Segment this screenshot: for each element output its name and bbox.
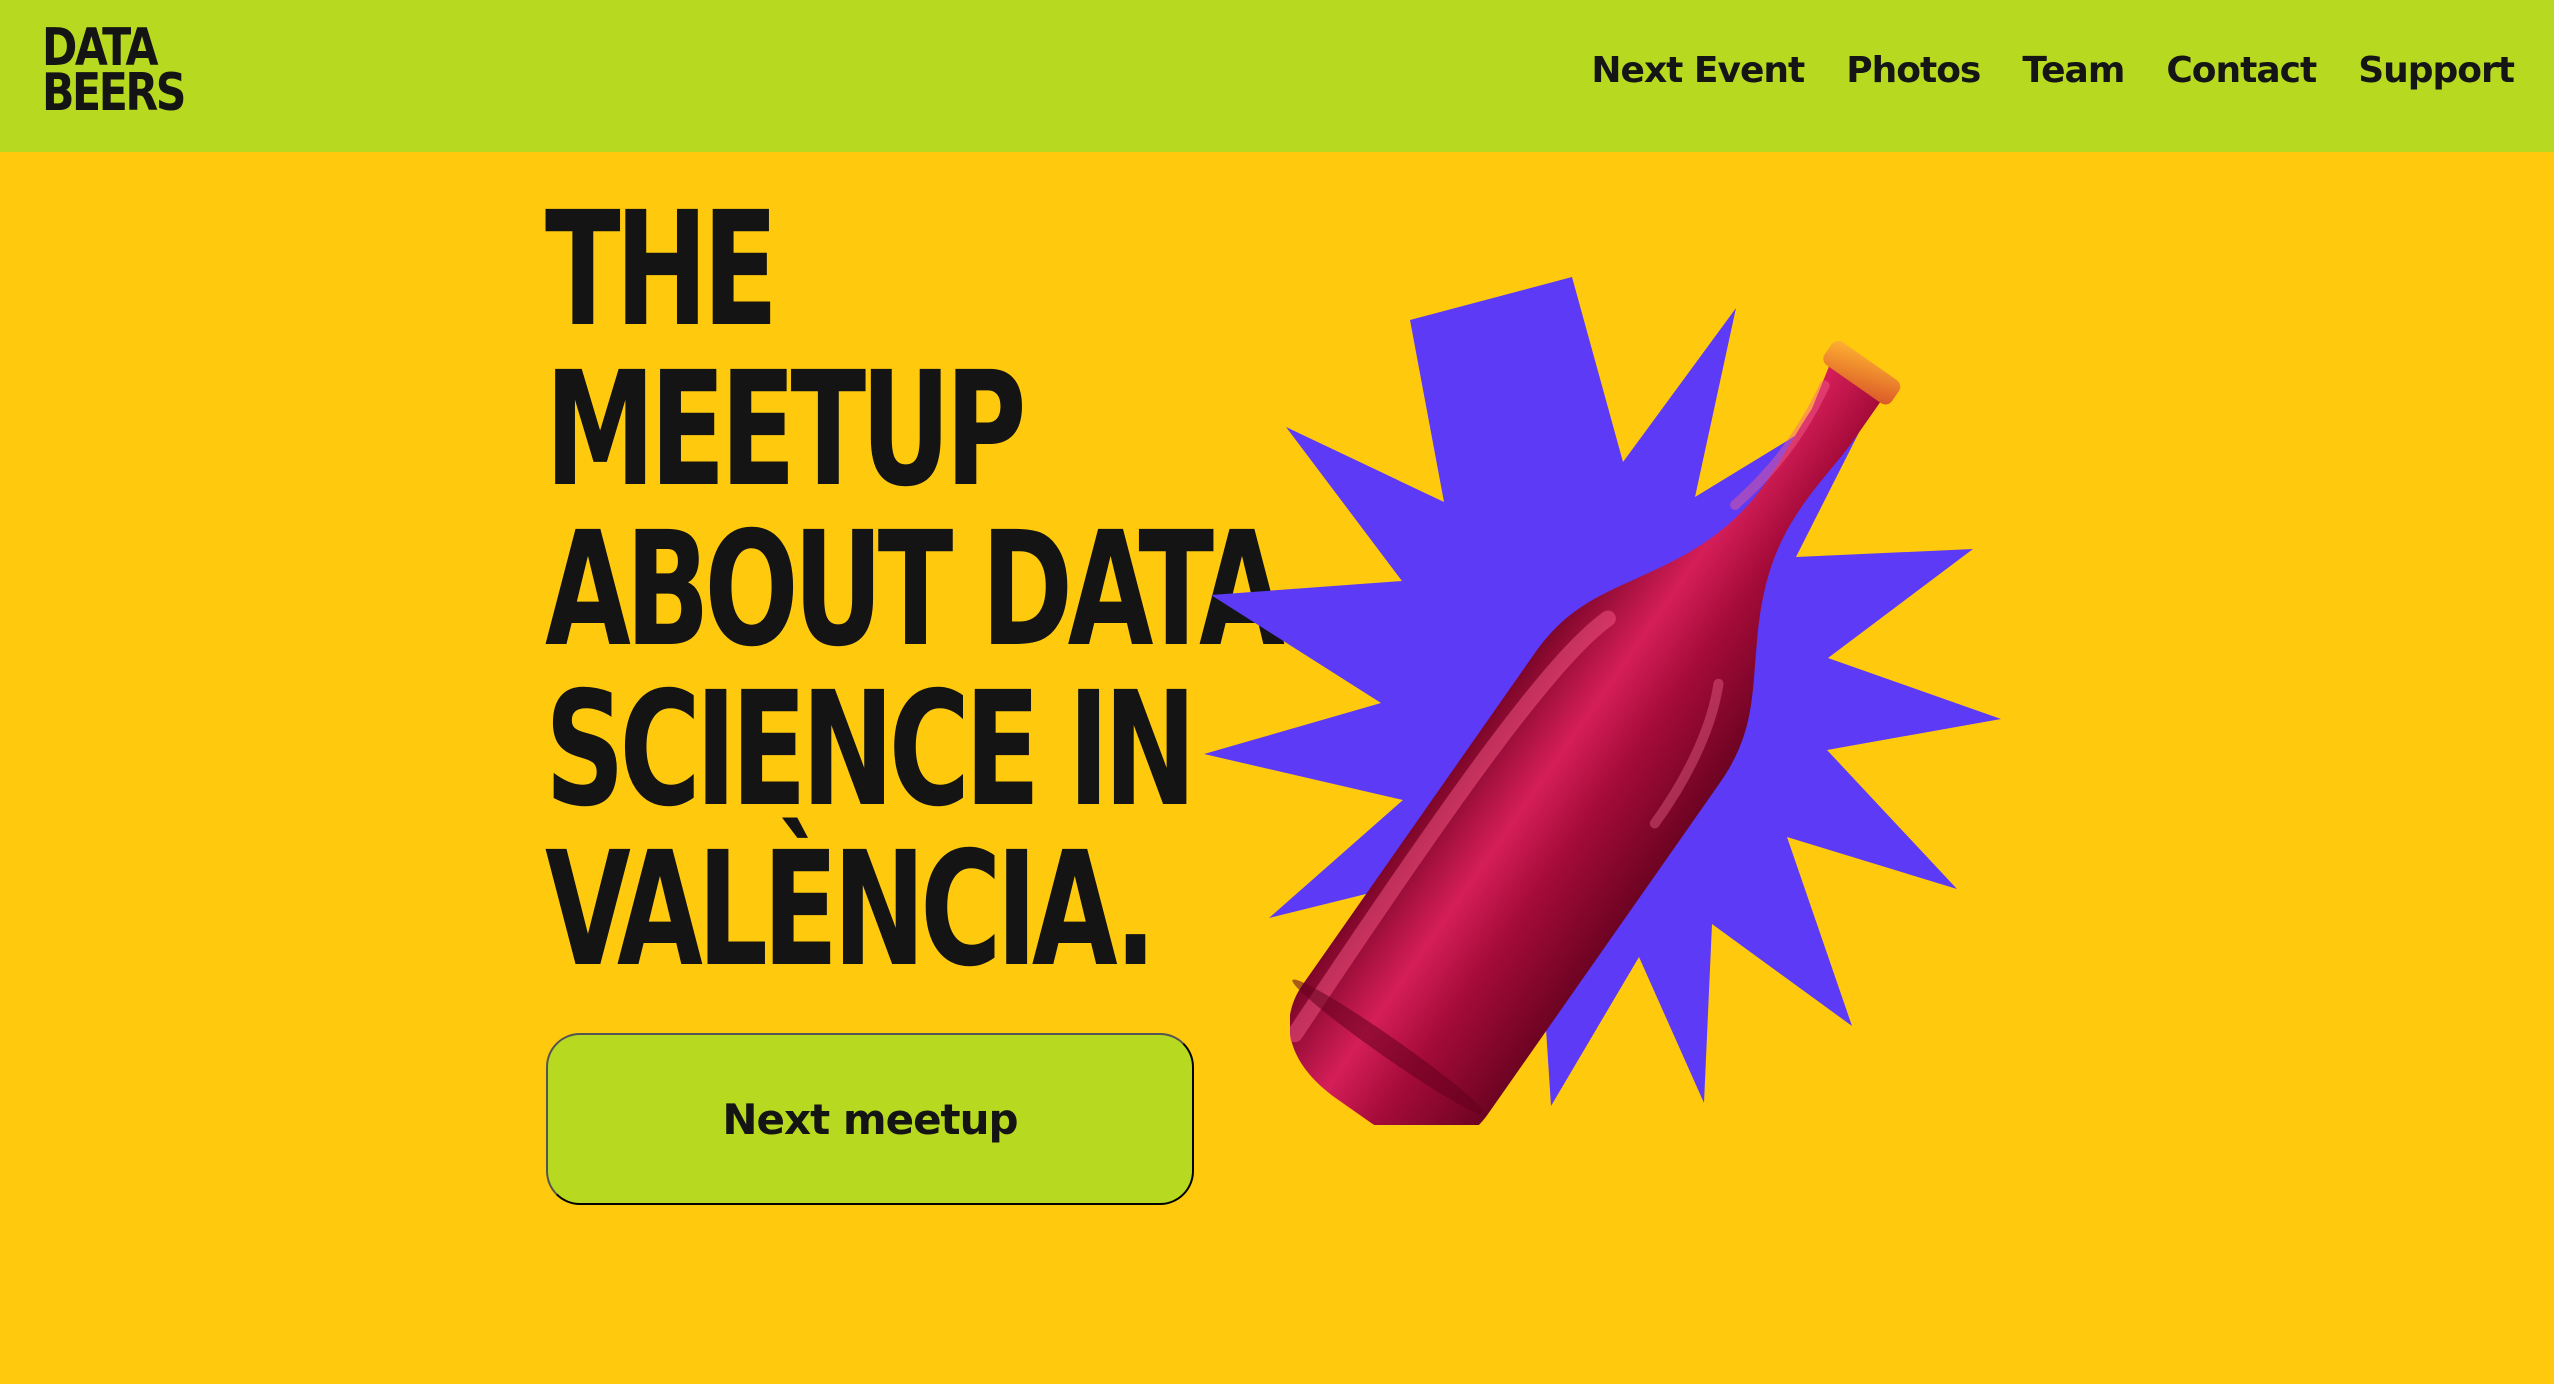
nav-contact[interactable]: Contact <box>2166 50 2317 91</box>
nav-team[interactable]: Team <box>2022 50 2125 91</box>
main-navigation: Next Event Photos Team Contact Support <box>1591 50 2515 91</box>
hero-title-line-3: ABOUT DATA <box>545 498 1285 682</box>
hero-title-line-1: THE <box>545 178 778 362</box>
site-logo[interactable]: DATA BEERS <box>42 22 186 124</box>
nav-photos[interactable]: Photos <box>1846 50 1981 91</box>
nav-next-event[interactable]: Next Event <box>1591 50 1805 91</box>
home-page: DATA BEERS Next Event Photos Team Contac… <box>0 0 2554 1384</box>
hero-title-line-2: MEETUP <box>545 338 1026 522</box>
site-header: DATA BEERS Next Event Photos Team Contac… <box>0 0 2554 152</box>
beer-bottle-icon <box>1286 275 1930 1145</box>
logo-line-2: BEERS <box>42 63 186 123</box>
hero-title-line-4: SCIENCE IN <box>545 658 1197 842</box>
nav-support[interactable]: Support <box>2358 50 2515 91</box>
hero-title: THE MEETUP ABOUT DATA SCIENCE IN VALÈNCI… <box>545 178 1285 1002</box>
next-meetup-button[interactable]: Next meetup <box>546 1033 1194 1205</box>
hero-title-line-5: VALÈNCIA. <box>545 818 1157 1002</box>
